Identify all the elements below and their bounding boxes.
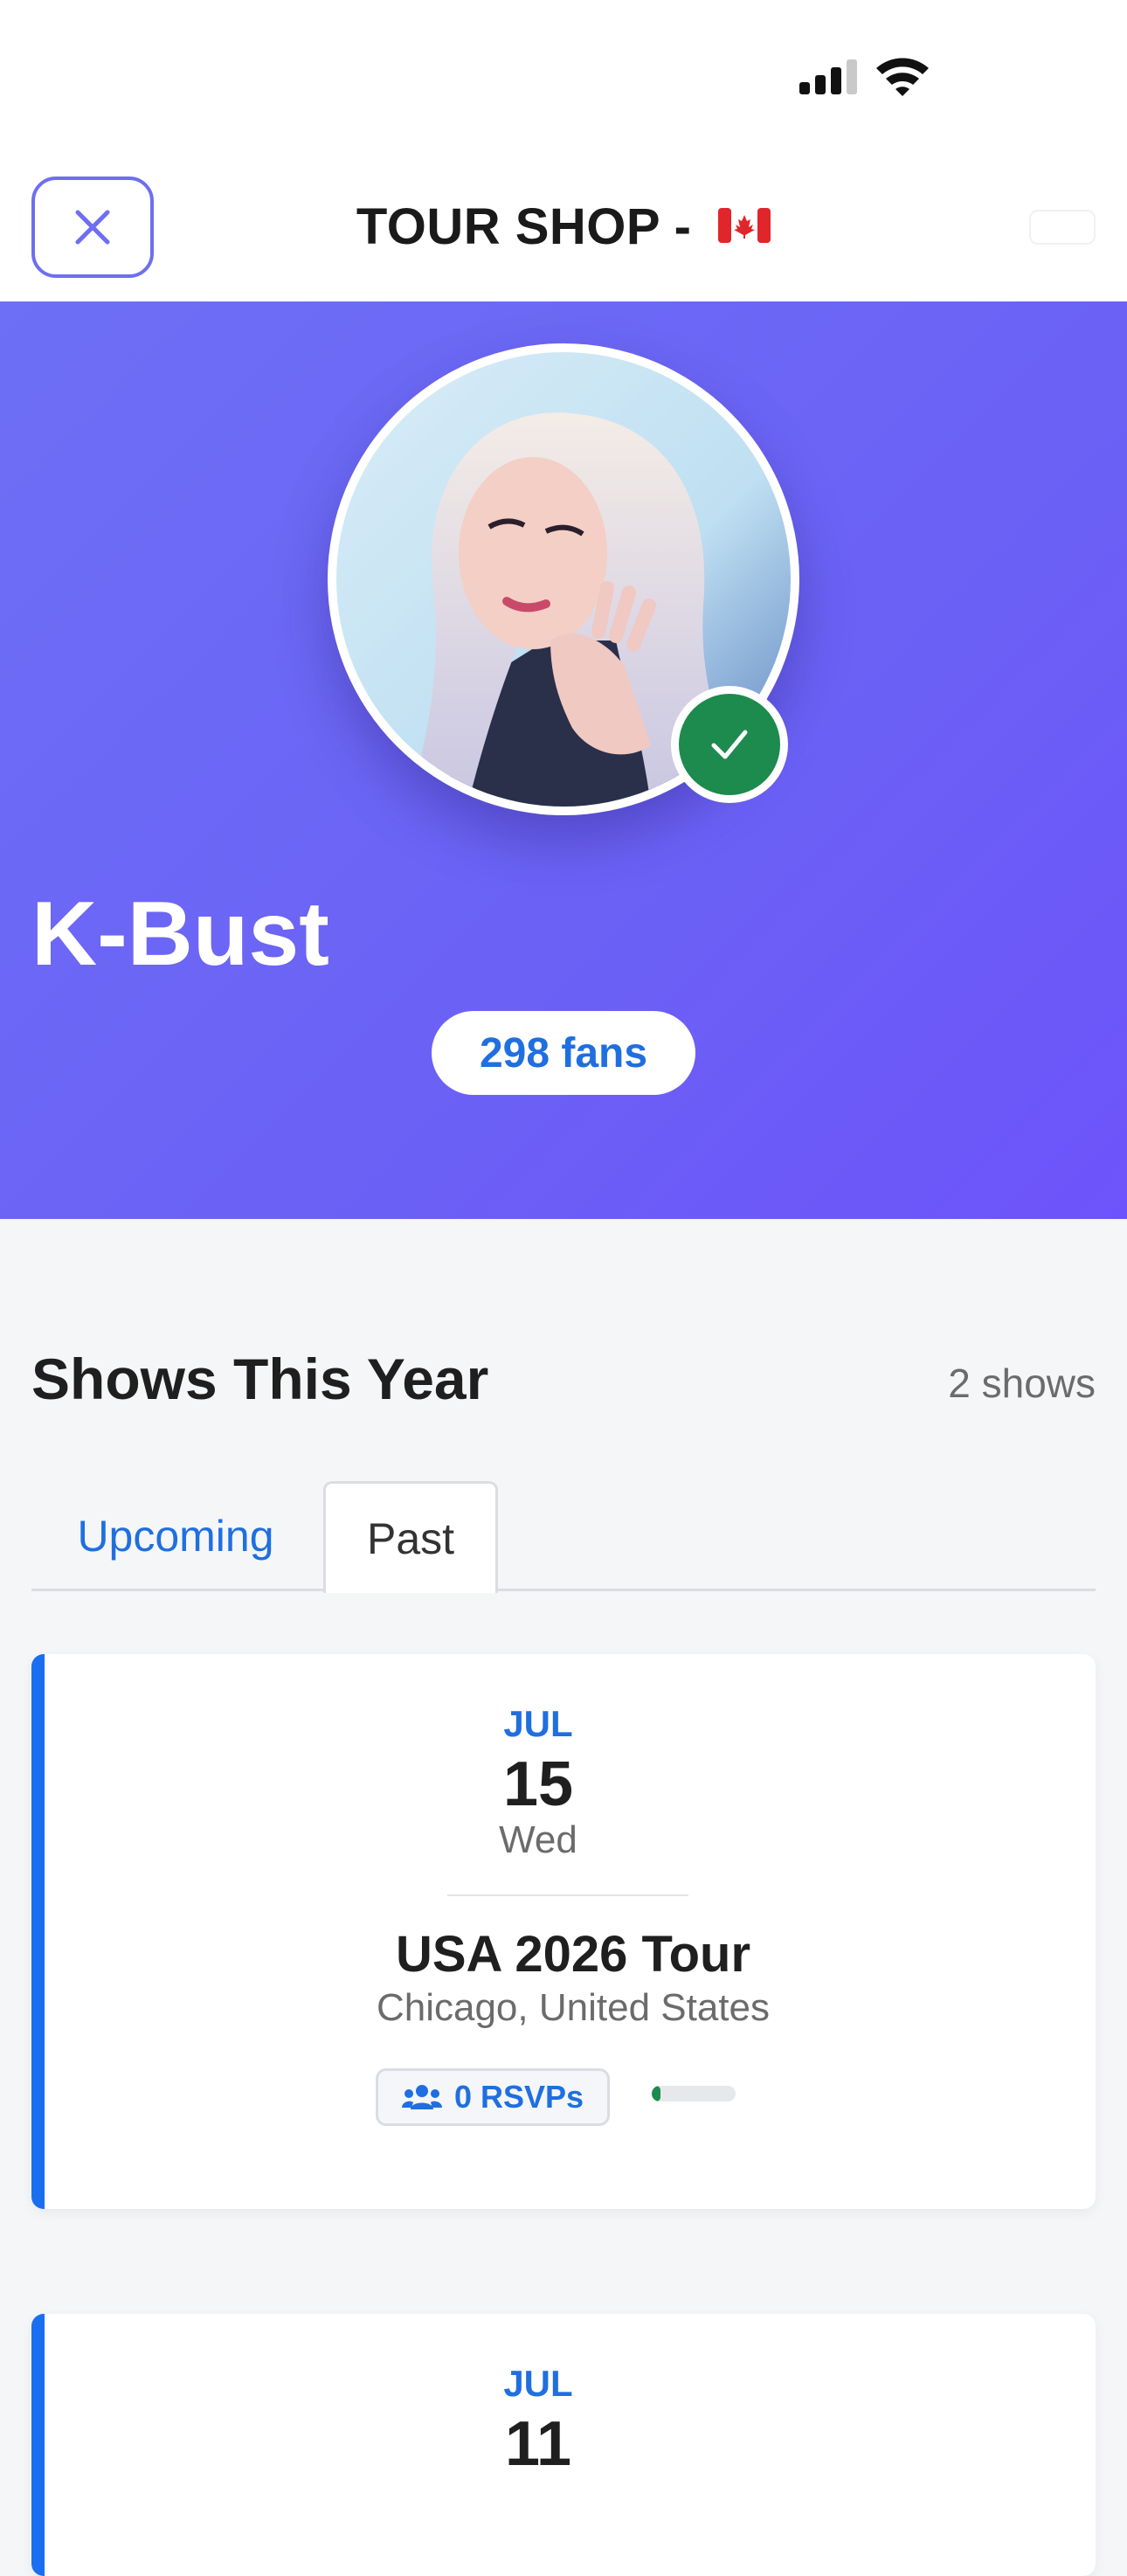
show-weekday: Wed [499,1818,577,1861]
show-day: 11 [504,2409,572,2479]
date-divider [447,1894,688,1896]
show-month: JUL [503,2363,573,2404]
shows-tabs: Upcoming Past [31,1481,1096,1593]
tab-upcoming[interactable]: Upcoming [31,1481,320,1591]
page-title-text: TOUR SHOP - [356,198,692,255]
page-title: TOUR SHOP - [0,197,1127,256]
top-nav-bar: TOUR SHOP - [0,157,1127,301]
shows-section-title: Shows This Year [31,1347,489,1411]
tab-past[interactable]: Past [323,1481,498,1593]
cellular-signal-icon [799,59,857,94]
show-month: JUL [503,1703,573,1744]
show-card[interactable]: JUL 15 Wed USA 2026 Tour Chicago, United… [31,1654,1096,2209]
status-bar [0,0,1127,157]
verified-badge [671,686,788,803]
rsvp-badge[interactable]: 0 RSVPs [376,2068,610,2126]
rsvp-progress-fill [652,2086,660,2102]
checkmark-icon [711,730,748,759]
canada-flag-icon [718,207,771,243]
rsvp-progress-bar [652,2086,736,2102]
wifi-icon [876,58,929,96]
fans-count-badge[interactable]: 298 fans [432,1011,695,1095]
show-location: Chicago, United States [376,1986,771,2029]
show-card[interactable]: JUL 11 [31,2314,1096,2576]
show-tour-name: USA 2026 Tour [395,1926,751,1983]
artist-name: K-Bust [31,883,329,985]
users-icon [401,2085,442,2109]
shows-count: 2 shows [948,1361,1096,1406]
artist-hero: K-Bust 298 fans [0,301,1127,1219]
show-day: 15 [502,1749,574,1819]
header-action-placeholder[interactable] [1029,210,1096,245]
rsvp-count: 0 RSVPs [453,2079,584,2115]
